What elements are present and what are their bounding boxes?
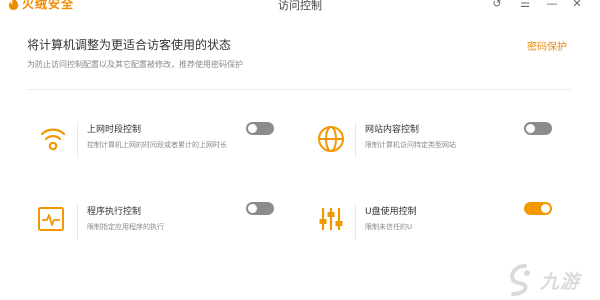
- restore-icon[interactable]: ↺: [490, 0, 504, 11]
- title-bar: 火绒安全 访问控制 ↺ ☰ — ✕: [0, 0, 600, 17]
- close-icon[interactable]: ✕: [570, 0, 584, 11]
- page-headline: 将计算机调整为更适合访客使用的状态: [27, 38, 232, 52]
- feature-title: 程序执行控制: [87, 207, 142, 217]
- internet-time-toggle[interactable]: [246, 122, 274, 135]
- watermark-logo-icon: [510, 264, 530, 296]
- feature-title: 网站内容控制: [365, 125, 420, 135]
- card-separator: [77, 204, 78, 240]
- feature-title: 上网时段控制: [87, 125, 142, 135]
- password-protect-link[interactable]: 密码保护: [527, 38, 567, 53]
- menu-icon[interactable]: ☰: [518, 0, 532, 11]
- usb-toggle[interactable]: [524, 202, 552, 215]
- page-subline: 为防止访问控制配置以及其它配置被修改，推荐使用密码保护: [27, 60, 243, 69]
- feature-desc: 限制指定应用程序的执行: [87, 223, 164, 231]
- wifi-icon: [40, 128, 66, 151]
- card-separator: [355, 204, 356, 240]
- toggle-knob: [248, 124, 257, 133]
- minimize-icon[interactable]: —: [545, 0, 559, 11]
- feature-card-usb: U盘使用控制 限制未信任的U: [308, 202, 568, 262]
- globe-icon: [318, 126, 344, 152]
- program-exec-toggle[interactable]: [246, 202, 274, 215]
- feature-card-internet-time: 上网时段控制 控制计算机上网的时间段或者累计的上网时长: [30, 120, 290, 180]
- toggle-knob: [526, 124, 535, 133]
- program-monitor-icon: [38, 207, 64, 231]
- divider: [27, 89, 572, 90]
- toggle-knob: [248, 204, 257, 213]
- website-content-toggle[interactable]: [524, 122, 552, 135]
- card-separator: [355, 122, 356, 158]
- feature-desc: 控制计算机上网的时间段或者累计的上网时长: [87, 141, 227, 149]
- feature-card-website-content: 网站内容控制 限制计算机访问特定类型网站: [308, 120, 568, 180]
- watermark: 九游: [503, 262, 599, 298]
- window-title: 访问控制: [278, 0, 322, 12]
- toggle-knob: [541, 204, 550, 213]
- watermark-text: 九游: [540, 271, 581, 293]
- feature-desc: 限制未信任的U: [365, 223, 413, 231]
- card-separator: [77, 122, 78, 158]
- feature-card-program-exec: 程序执行控制 限制指定应用程序的执行: [30, 202, 290, 262]
- usb-sliders-icon: [319, 208, 343, 230]
- feature-desc: 限制计算机访问特定类型网站: [365, 141, 456, 149]
- feature-title: U盘使用控制: [365, 207, 417, 217]
